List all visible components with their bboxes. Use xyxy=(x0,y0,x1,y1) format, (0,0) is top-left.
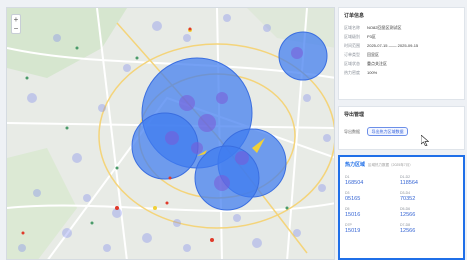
map-zoom-control: + − xyxy=(11,14,21,34)
map-canvas[interactable] xyxy=(7,8,335,260)
stat-value: 118564 xyxy=(400,180,418,186)
stat-value: 05165 xyxy=(345,196,361,202)
stat-item: D5 15016 xyxy=(345,207,400,220)
heat-cluster-circle[interactable] xyxy=(278,31,328,81)
stat-item: D1-D2 118564 xyxy=(400,175,455,188)
stats-header: 热力区域 区域热力数据（2025年7月） xyxy=(345,161,458,168)
export-title: 导出管理 xyxy=(344,112,365,118)
info-key: 区域名称 xyxy=(344,24,360,30)
info-value: 100% xyxy=(367,70,378,75)
info-key: 时间范围 xyxy=(344,42,360,48)
export-label: 导出数据 xyxy=(344,128,360,134)
stats-title: 热力区域 xyxy=(345,162,366,168)
stat-item: D7P 15019 xyxy=(345,223,400,236)
info-value: 重点关注区 xyxy=(367,60,387,66)
heat-stats-card: 热力区域 区域热力数据（2025年7月） D1 168504 D1-D2 118… xyxy=(338,155,465,260)
zoom-out-button[interactable]: − xyxy=(12,24,20,33)
export-card: 导出管理 导出数据 导出热力区域数据 xyxy=(338,106,465,150)
stat-value: 15016 xyxy=(345,212,361,218)
info-row: 区域级别 P3区 xyxy=(344,32,459,41)
stat-value: 12566 xyxy=(400,228,416,234)
info-row: 时间范围 2025-07-15 —— 2025-09-15 xyxy=(344,41,459,50)
stat-value: 12566 xyxy=(400,212,416,218)
heat-cluster-circle[interactable] xyxy=(131,112,199,180)
info-row: 区域名称 NO82回显区测试区 xyxy=(344,23,459,32)
stats-grid: D1 168504 D1-D2 118564 D3 05165 D3-D4 70… xyxy=(345,175,458,236)
info-value: NO82回显区测试区 xyxy=(367,24,402,30)
zoom-in-button[interactable]: + xyxy=(12,15,20,24)
stat-item: D5-D6 12566 xyxy=(400,207,455,220)
side-panel: 订单信息 区域名称 NO82回显区测试区 区域级别 P3区 时间范围 2025-… xyxy=(338,7,465,260)
stat-item: D1 168504 xyxy=(345,175,400,188)
stat-item: D3 05165 xyxy=(345,191,400,204)
mouse-cursor-icon xyxy=(421,135,429,146)
order-info-card: 订单信息 区域名称 NO82回显区测试区 区域级别 P3区 时间范围 2025-… xyxy=(338,7,465,100)
stat-value: 168504 xyxy=(345,180,364,186)
stat-value: 70352 xyxy=(400,196,416,202)
export-row: 导出数据 导出热力区域数据 xyxy=(344,127,459,136)
info-key: 区域状态 xyxy=(344,60,360,66)
info-value: 回显区 xyxy=(367,51,379,57)
app-window: + − 订单信息 区域名称 NO82回显区测试区 区域级别 P3区 时间范围 2… xyxy=(0,0,467,260)
stats-subtitle: 区域热力数据（2025年7月） xyxy=(368,163,413,167)
info-key: 区域级别 xyxy=(344,33,360,39)
heatmap-map[interactable]: + − xyxy=(6,7,335,260)
stat-item: D3-D4 70352 xyxy=(400,191,455,204)
info-key: 热力密度 xyxy=(344,69,360,75)
info-row: 订单类型 回显区 xyxy=(344,50,459,59)
info-key: 订单类型 xyxy=(344,51,360,57)
stat-value: 15019 xyxy=(345,228,361,234)
order-info-title: 订单信息 xyxy=(344,13,365,19)
info-row: 区域状态 重点关注区 xyxy=(344,59,459,68)
info-value: 2025-07-15 —— 2025-09-15 xyxy=(367,43,419,48)
info-value: P3区 xyxy=(367,33,376,39)
stat-item: D7-D8 12566 xyxy=(400,223,455,236)
export-heat-data-button[interactable]: 导出热力区域数据 xyxy=(367,127,408,136)
info-row: 热力密度 100% xyxy=(344,68,459,77)
